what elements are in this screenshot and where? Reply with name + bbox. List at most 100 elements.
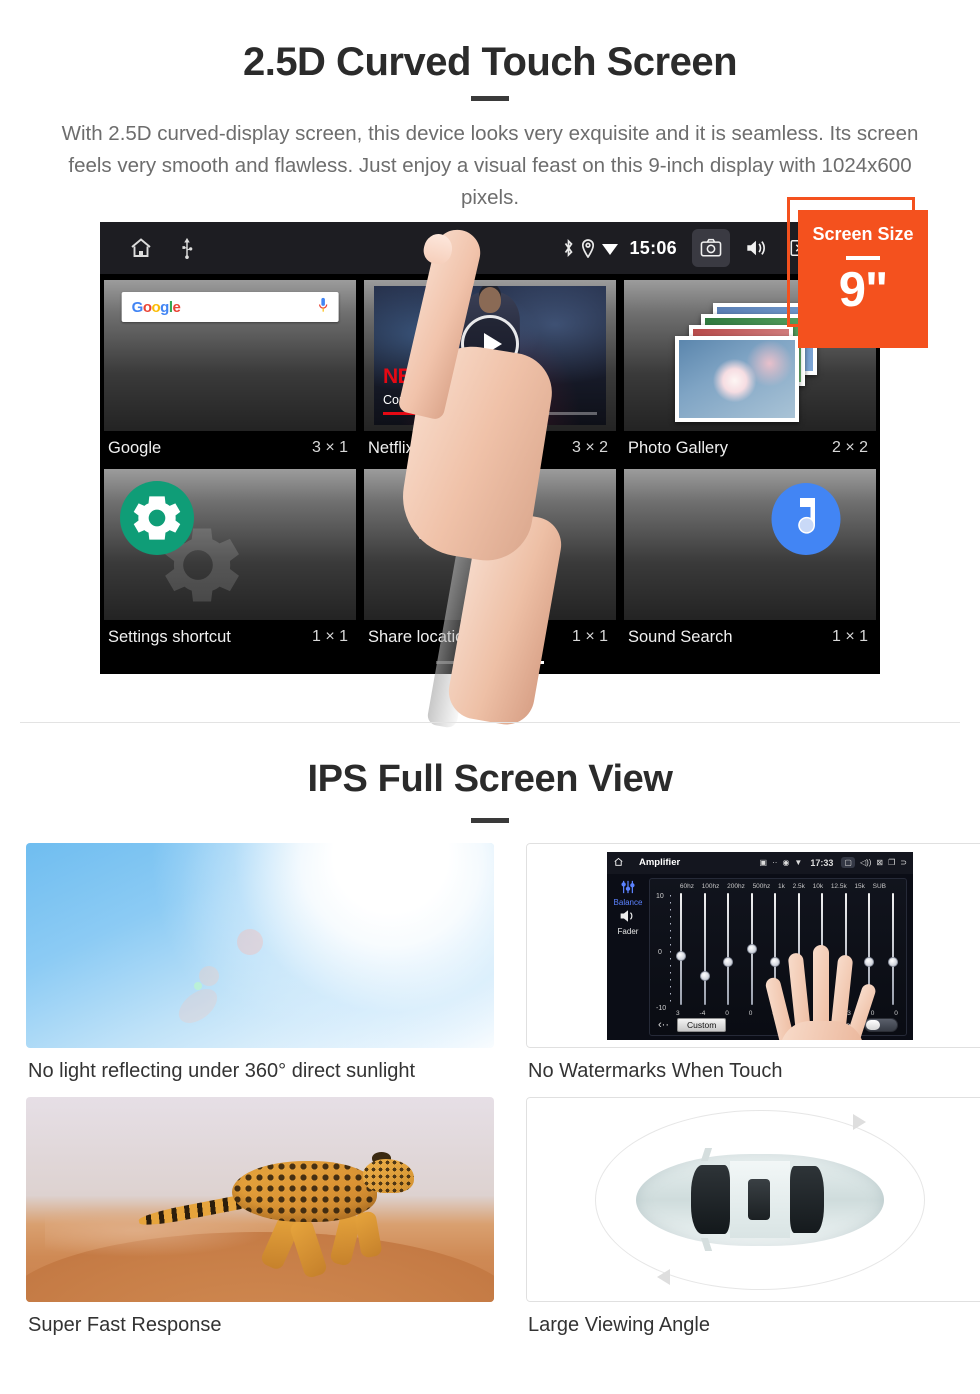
home-icon[interactable]: [613, 857, 624, 869]
amplifier-clock: 17:33: [810, 857, 834, 868]
wifi-icon: [601, 240, 619, 256]
bluetooth-icon: [562, 238, 575, 258]
close-box-icon[interactable]: ⊠: [876, 858, 883, 867]
band-label: 1k: [778, 882, 785, 890]
card-caption: No Watermarks When Touch: [528, 1060, 783, 1082]
widget-item[interactable]: Sound Search 1 × 1: [624, 469, 876, 654]
share-location-widget[interactable]: G: [364, 469, 616, 620]
settings-shortcut-widget[interactable]: [104, 469, 356, 620]
wifi-icon: ▼: [794, 858, 803, 867]
card-caption: No light reflecting under 360° direct su…: [28, 1060, 416, 1082]
google-search-widget[interactable]: Google: [104, 280, 356, 431]
volume-icon[interactable]: [736, 229, 774, 267]
feature-card: Large Viewing Angle: [526, 1097, 980, 1337]
page-dot[interactable]: [436, 661, 464, 664]
band-label: 2.5k: [792, 882, 805, 890]
balance-icon[interactable]: [620, 880, 636, 896]
amplifier-title: Amplifier: [639, 857, 681, 868]
feature-card: Amplifier ▣ ·· ◉ ▼ 17:33 ▢ ◁)) ⊠ ❐ ⊃ Bal…: [526, 843, 980, 1083]
widget-label: Netflix: [368, 438, 414, 457]
page-title: 2.5D Curved Touch Screen: [242, 40, 738, 84]
back-arrow-icon[interactable]: ‹··: [658, 1019, 669, 1031]
card-row: Super Fast Response Large Viewing Angle: [0, 1097, 980, 1337]
eq-slider[interactable]: [699, 892, 710, 1005]
music-note-icon[interactable]: [770, 483, 842, 560]
widget-size: 2 × 2: [831, 439, 868, 456]
dots-icon: ··: [772, 858, 778, 867]
widget-item[interactable]: G Share location 1 × 1: [364, 469, 616, 654]
eq-slider[interactable]: [676, 892, 686, 1005]
fader-icon[interactable]: [619, 909, 637, 925]
product-feature-page: 2.5D Curved Touch Screen With 2.5D curve…: [0, 0, 980, 1394]
balance-label[interactable]: Balance: [614, 898, 643, 907]
widget-item[interactable]: NETFLIX Continue Marvel's Daredevil Netf…: [364, 280, 616, 465]
search-input[interactable]: Google: [121, 292, 339, 322]
car-top-view-illustration: [526, 1097, 980, 1302]
cheetah-head: [362, 1158, 415, 1194]
camera-icon[interactable]: [692, 229, 730, 267]
feature-card: Super Fast Response: [26, 1097, 494, 1337]
badge-divider: [846, 256, 880, 260]
android-status-bar: 15:06: [100, 222, 880, 274]
eq-value: 0: [748, 1009, 753, 1017]
widget-size: 1 × 1: [831, 628, 868, 645]
widget-size: 3 × 1: [311, 439, 348, 456]
band-label: 60hz: [679, 882, 694, 890]
progress-bar: [383, 412, 597, 415]
touching-hand-illustration: [764, 935, 888, 1040]
blue-sky-sun-flare-photo: [26, 843, 494, 1048]
eq-slider[interactable]: [887, 892, 898, 1005]
title-underline: [471, 96, 509, 101]
microphone-icon[interactable]: [317, 297, 328, 318]
widget-item[interactable]: Google Google 3 × 1: [104, 280, 356, 465]
widget-grid: Google Google 3 × 1 NETFLIX Continue Mar…: [100, 274, 880, 654]
page-dot-active[interactable]: [516, 661, 544, 664]
equalizer-panel: 60hz 100hz 200hz 500hz 1k 2.5k 10k 12.5k: [649, 877, 907, 1040]
sound-search-widget[interactable]: [624, 469, 876, 620]
rotation-arrow-bottom-icon: [657, 1268, 671, 1285]
amplifier-equalizer-screenshot: Amplifier ▣ ·· ◉ ▼ 17:33 ▢ ◁)) ⊠ ❐ ⊃ Bal…: [526, 843, 980, 1048]
fader-label[interactable]: Fader: [618, 927, 639, 936]
preset-button[interactable]: Custom: [677, 1017, 727, 1032]
widget-label: Sound Search: [628, 627, 733, 646]
page-dot[interactable]: [476, 661, 504, 664]
eq-slider[interactable]: [746, 892, 757, 1005]
volume-icon[interactable]: ◁)): [860, 858, 871, 867]
netflix-widget[interactable]: NETFLIX Continue Marvel's Daredevil: [364, 280, 616, 431]
widget-label: Settings shortcut: [108, 627, 231, 646]
netflix-logo: NETFLIX: [383, 365, 467, 388]
card-caption: Super Fast Response: [28, 1314, 222, 1336]
band-label: 100hz: [701, 882, 720, 890]
camera-icon[interactable]: ▢: [841, 857, 855, 868]
play-button[interactable]: [461, 315, 519, 374]
feature-card-grid: No light reflecting under 360° direct su…: [0, 843, 980, 1351]
recent-apps-icon[interactable]: ❐: [888, 858, 895, 867]
eq-value: 3: [676, 1009, 680, 1017]
running-cheetah-photo: [26, 1097, 494, 1302]
location-pin-icon: [581, 238, 595, 258]
page-indicator[interactable]: [436, 661, 544, 664]
settings-gear-icon[interactable]: [120, 481, 194, 560]
netflix-preview: NETFLIX Continue Marvel's Daredevil: [374, 286, 606, 425]
home-icon[interactable]: [128, 236, 154, 260]
car-graphic: [636, 1147, 884, 1252]
scale-bottom: -10: [656, 1004, 667, 1012]
band-label: 12.5k: [830, 882, 847, 890]
widget-size: 1 × 1: [571, 628, 608, 645]
device-screenshot: 15:06 Google Google 3 × 1 NETFLIX Contin…: [100, 222, 880, 674]
google-maps-icon[interactable]: G: [419, 477, 482, 539]
status-clock: 15:06: [629, 237, 677, 258]
widget-item[interactable]: Settings shortcut 1 × 1: [104, 469, 356, 654]
back-arrow-icon[interactable]: ⊃: [900, 858, 907, 867]
eq-slider[interactable]: [723, 892, 734, 1005]
scale-labels: 10 0 -10: [656, 892, 666, 1012]
band-label: 200hz: [727, 882, 745, 890]
scale-top: 10: [656, 892, 664, 900]
usb-icon[interactable]: [180, 237, 194, 259]
figure-head: [478, 287, 502, 313]
widget-size: 1 × 1: [311, 628, 348, 645]
band-label: 10k: [812, 882, 824, 890]
band-label: SUB: [872, 882, 887, 890]
gallery-icon: ▣: [759, 858, 768, 867]
section2-title-underline: [471, 818, 509, 823]
